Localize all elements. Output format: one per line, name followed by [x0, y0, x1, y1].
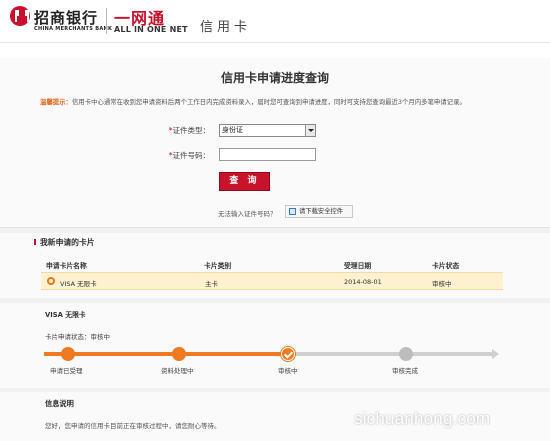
id-number-label: *证件号码：: [168, 151, 210, 160]
progress-track-done: [44, 352, 288, 356]
step-4-dot: [399, 347, 413, 361]
card-radio-icon[interactable]: [47, 277, 55, 285]
step-3-check-icon: [281, 347, 295, 361]
cmb-logo-icon: [10, 6, 30, 26]
watermark: sichuanhong.com: [354, 409, 491, 428]
bank-name-en: CHINA MERCHANTS BANK: [34, 26, 113, 32]
progress-card-name: VISA 无限卡: [45, 311, 86, 319]
bank-name-cn: 招商银行: [34, 9, 99, 27]
step-label-1: 申请已受理: [50, 367, 83, 375]
chevron-down-icon[interactable]: [305, 125, 315, 136]
step-label-3: 审核中: [278, 367, 298, 375]
page-title: 信用卡申请进度查询: [220, 71, 329, 85]
query-button[interactable]: 查 询: [219, 172, 270, 191]
id-number-input[interactable]: [219, 148, 316, 161]
info-text: 您好，您申请的信用卡目前正在审核过程中，请您耐心等待。: [45, 422, 221, 430]
tip-label: 温馨提示：: [40, 98, 72, 106]
step-label-2: 资料处理中: [161, 367, 194, 375]
progress-status-text: 卡片申请状态：审核中: [45, 333, 110, 341]
header-divider: [106, 8, 107, 34]
column-header-card-name: 申请卡片名称: [46, 262, 87, 270]
card-name-cell: VISA 无限卡: [60, 280, 97, 288]
step-2-dot: [172, 347, 186, 361]
progress-arrow-icon: [492, 349, 499, 359]
table-row[interactable]: VISA 无限卡 主卡 2014-08-01 审核中: [41, 272, 503, 290]
progress-track-pending: [288, 352, 492, 356]
column-header-card-category: 卡片类别: [204, 262, 232, 270]
date-cell: 2014-08-01: [344, 278, 382, 286]
info-title: 信息说明: [45, 399, 74, 408]
step-label-4: 审核完成: [392, 367, 418, 375]
download-security-control-button[interactable]: 请下载安全控件: [285, 205, 353, 218]
site-header: 招商银行 CHINA MERCHANTS BANK 一网通 ALL IN ONE…: [0, 0, 550, 42]
tip-message: 温馨提示：信用卡中心通常在收到您申请资料后两个工作日内完成资料录入，届时您可查询…: [40, 97, 466, 106]
column-header-date: 受理日期: [344, 262, 372, 270]
tip-text: 信用卡中心通常在收到您申请资料后两个工作日内完成资料录入，届时您可查询到申请进度…: [71, 98, 466, 106]
applications-title: 我新申请的卡片: [34, 238, 95, 247]
step-1-dot: [61, 347, 75, 361]
id-type-value: 身份证: [222, 126, 243, 134]
id-type-label: *证件类型：: [168, 126, 210, 135]
progress-panel: VISA 无限卡 卡片申请状态：审核中: [0, 303, 550, 388]
header-rule: [0, 42, 550, 43]
id-type-select[interactable]: 身份证: [219, 124, 316, 137]
download-label: 请下载安全控件: [299, 208, 344, 215]
download-icon: [289, 208, 296, 215]
card-category-cell: 主卡: [205, 280, 218, 288]
cannot-input-hint: 无法输入证件号码？: [218, 210, 277, 218]
header-section-title: 信用卡: [200, 20, 252, 35]
all-in-one-net-subtitle: ALL IN ONE NET: [114, 25, 188, 34]
query-panel: 信用卡申请进度查询 温馨提示：信用卡中心通常在收到您申请资料后两个工作日内完成资…: [0, 58, 550, 228]
column-header-status: 卡片状态: [432, 262, 460, 270]
status-cell: 审核中: [432, 280, 452, 288]
